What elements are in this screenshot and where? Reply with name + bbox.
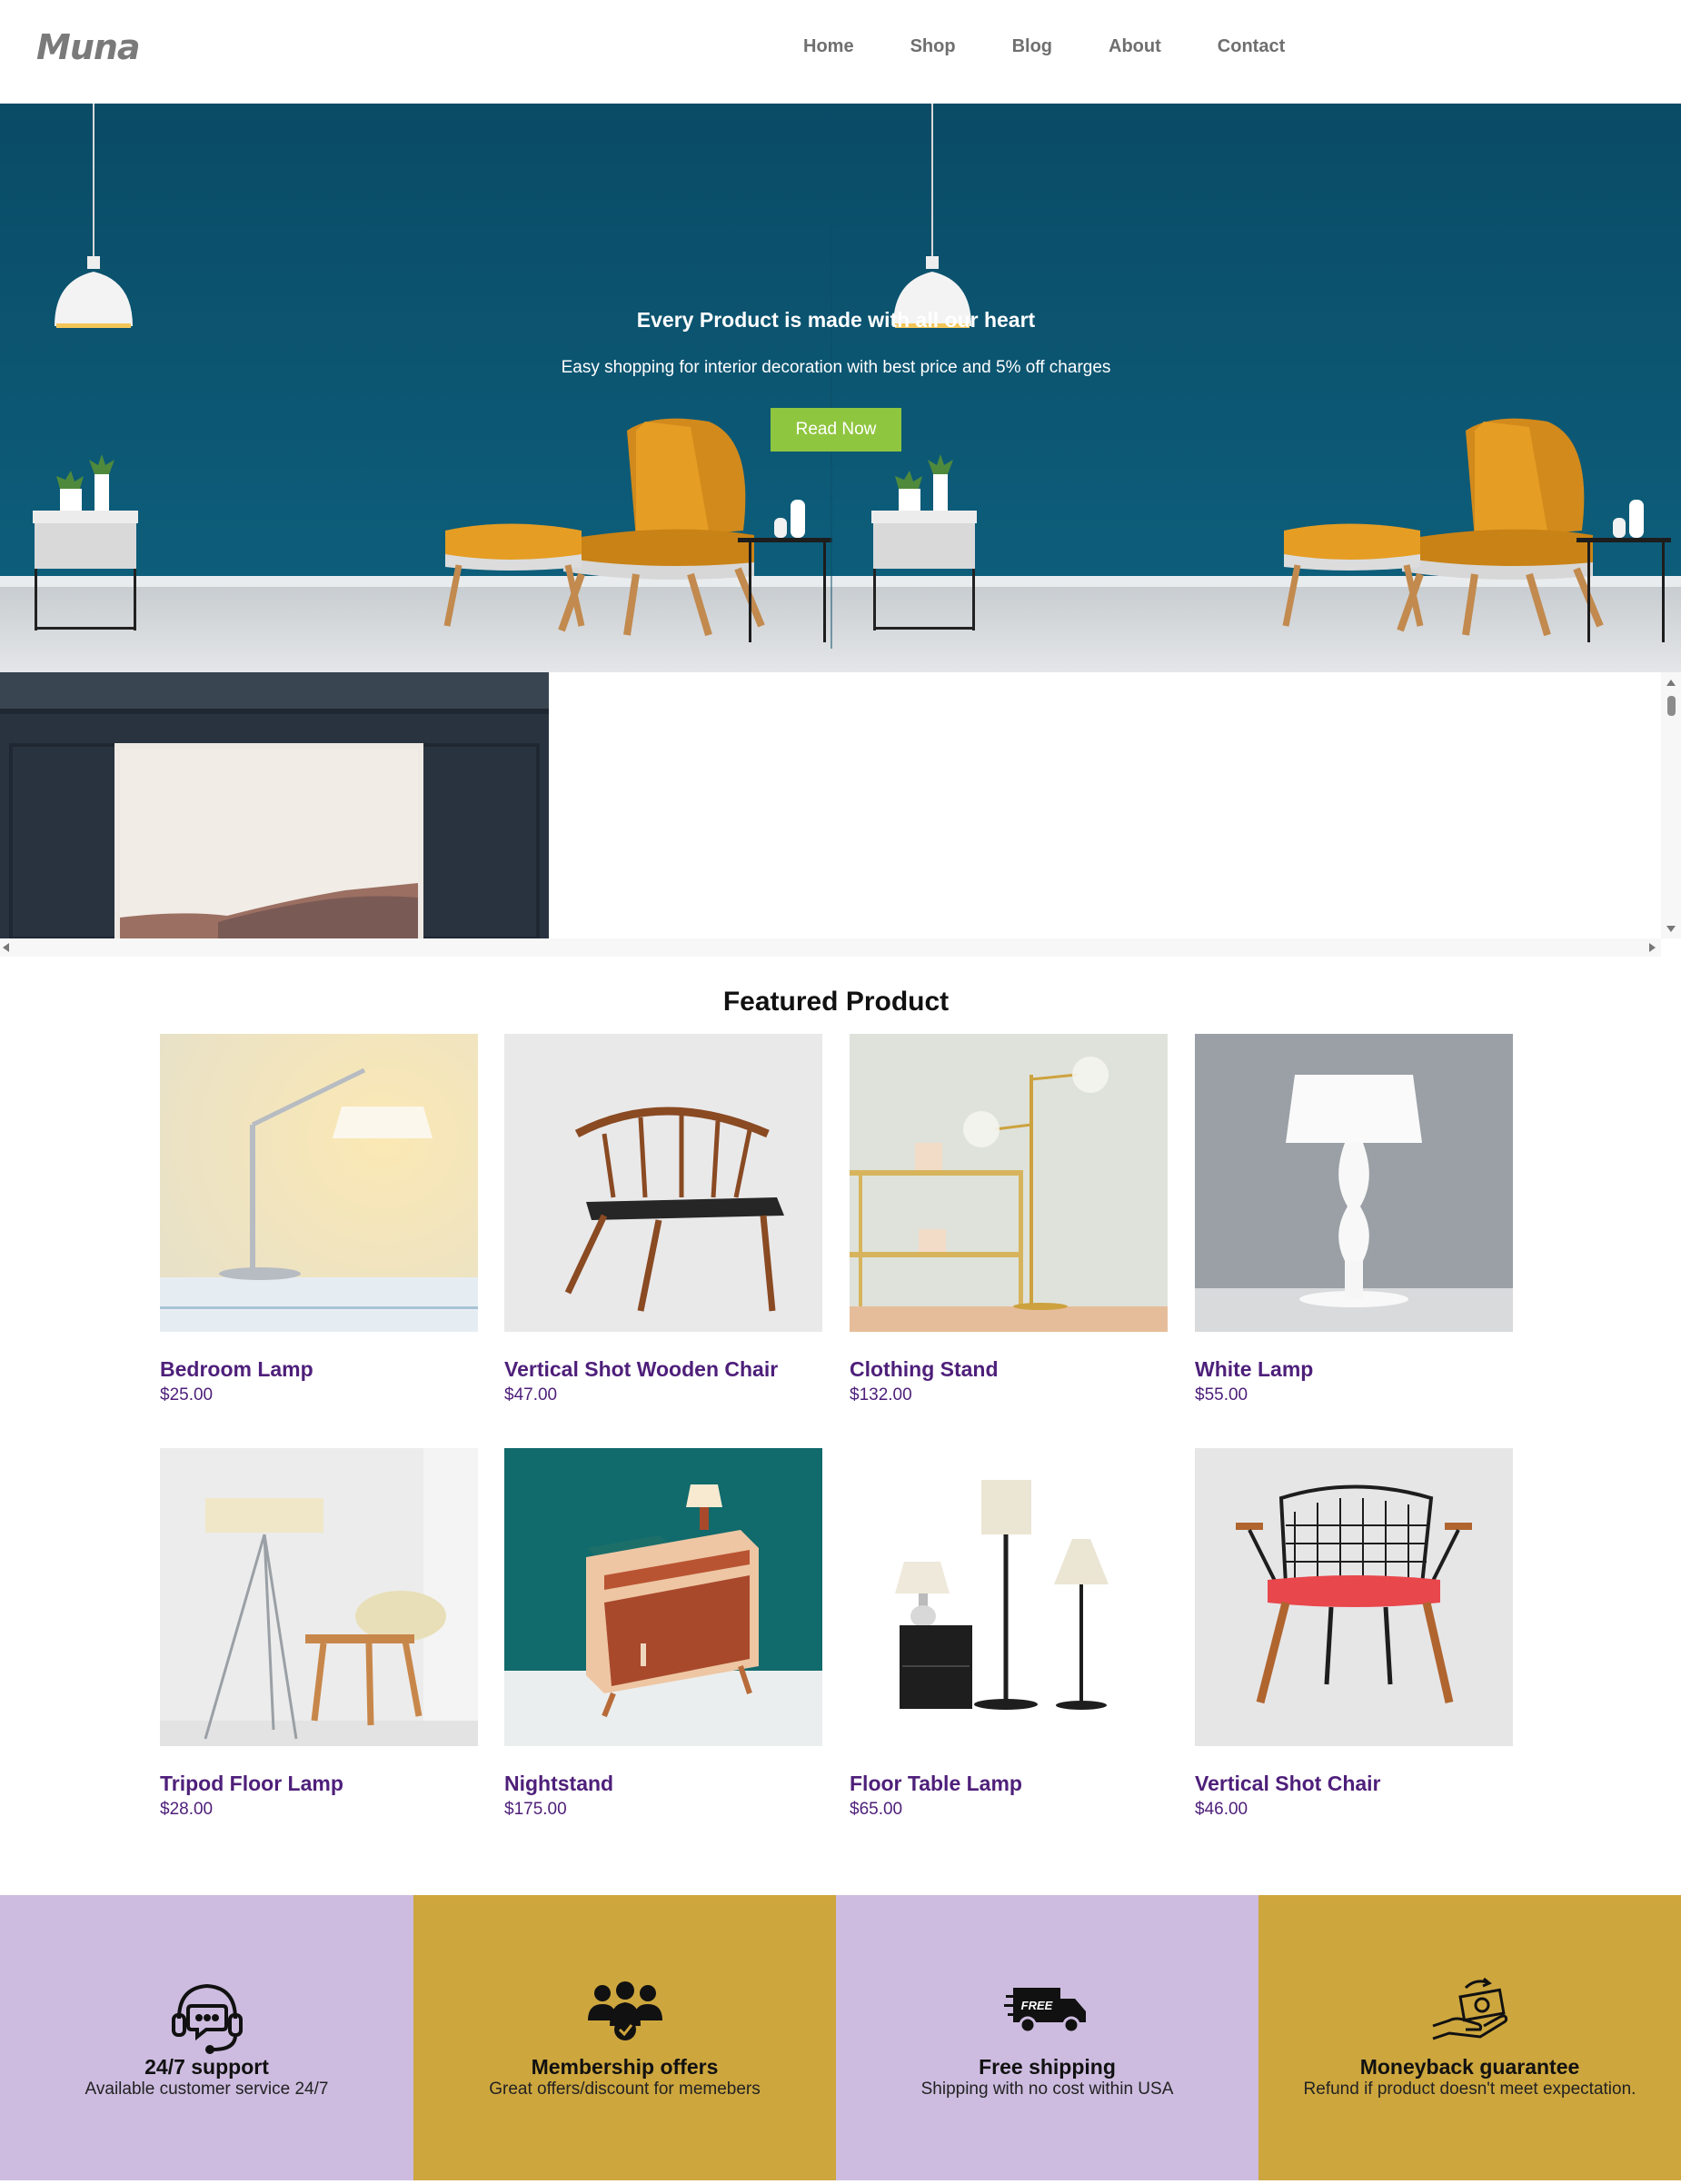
product-name[interactable]: Bedroom Lamp bbox=[160, 1357, 478, 1382]
product-price: $47.00 bbox=[504, 1385, 558, 1405]
service-title: Free shipping bbox=[979, 2055, 1116, 2079]
nav-shop[interactable]: Shop bbox=[910, 36, 956, 57]
service-membership: Membership offers Great offers/discount … bbox=[413, 1895, 836, 2180]
product-price: $132.00 bbox=[850, 1385, 912, 1405]
framed-picture-image bbox=[0, 672, 549, 938]
product-image[interactable] bbox=[160, 1448, 478, 1746]
product-card[interactable]: Vertical Shot Wooden Chair $47.00 bbox=[504, 1034, 822, 1405]
product-name[interactable]: Clothing Stand bbox=[850, 1357, 1168, 1382]
product-price: $28.00 bbox=[160, 1800, 214, 1819]
product-image[interactable] bbox=[504, 1448, 822, 1746]
product-price: $175.00 bbox=[504, 1800, 567, 1819]
money-hand-icon bbox=[1429, 1975, 1511, 2052]
product-name[interactable]: Nightstand bbox=[504, 1772, 822, 1796]
service-title: Moneyback guarantee bbox=[1359, 2055, 1580, 2079]
service-shipping: FREE Free shipping Shipping with no cost… bbox=[836, 1895, 1258, 2180]
headset-chat-icon bbox=[166, 1975, 248, 2061]
product-name[interactable]: Vertical Shot Wooden Chair bbox=[504, 1357, 822, 1382]
product-card[interactable]: Floor Table Lamp $65.00 bbox=[850, 1448, 1168, 1820]
product-card[interactable]: Bedroom Lamp $25.00 bbox=[160, 1034, 478, 1405]
product-card[interactable]: Vertical Shot Chair $46.00 bbox=[1195, 1448, 1513, 1820]
nav-contact[interactable]: Contact bbox=[1218, 36, 1285, 57]
product-image[interactable] bbox=[1195, 1034, 1513, 1332]
hero-banner: Every Product is made with all our heart… bbox=[0, 104, 1681, 672]
product-card[interactable]: Nightstand $175.00 bbox=[504, 1448, 822, 1820]
product-image[interactable] bbox=[504, 1034, 822, 1332]
horizontal-scrollbar[interactable] bbox=[0, 938, 1661, 957]
page: Muna Home Shop Blog About Contact Every … bbox=[0, 0, 1681, 2184]
product-price: $55.00 bbox=[1195, 1385, 1248, 1405]
product-image[interactable] bbox=[1195, 1448, 1513, 1746]
service-title: 24/7 support bbox=[144, 2055, 269, 2079]
product-card[interactable]: Clothing Stand $132.00 bbox=[850, 1034, 1168, 1405]
service-support: 24/7 support Available customer service … bbox=[0, 1895, 413, 2180]
service-moneyback: Moneyback guarantee Refund if product do… bbox=[1258, 1895, 1681, 2180]
vertical-scrollbar[interactable] bbox=[1661, 672, 1681, 938]
service-desc: Great offers/discount for memebers bbox=[489, 2080, 761, 2099]
hero-title: Every Product is made with all our heart bbox=[636, 308, 1036, 332]
free-truck-icon: FREE bbox=[1003, 1975, 1091, 2043]
product-card[interactable]: White Lamp $55.00 bbox=[1195, 1034, 1513, 1405]
product-price: $46.00 bbox=[1195, 1800, 1248, 1819]
product-image[interactable] bbox=[160, 1034, 478, 1332]
product-price: $65.00 bbox=[850, 1800, 903, 1819]
service-desc: Refund if product doesn't meet expectati… bbox=[1303, 2080, 1636, 2099]
product-image[interactable] bbox=[850, 1448, 1168, 1746]
product-card[interactable]: Tripod Floor Lamp $28.00 bbox=[160, 1448, 478, 1820]
hero-subtitle: Easy shopping for interior decoration wi… bbox=[561, 358, 1111, 377]
members-icon bbox=[584, 1975, 666, 2052]
product-image[interactable] bbox=[850, 1034, 1168, 1332]
product-price: $25.00 bbox=[160, 1385, 214, 1405]
main-nav: Home Shop Blog About Contact bbox=[803, 36, 1341, 57]
product-name[interactable]: Tripod Floor Lamp bbox=[160, 1772, 478, 1796]
site-header: Muna Home Shop Blog About Contact bbox=[0, 0, 1681, 104]
hero-text: Every Product is made with all our heart… bbox=[0, 308, 1672, 452]
nav-blog[interactable]: Blog bbox=[1012, 36, 1052, 57]
read-now-button[interactable]: Read Now bbox=[771, 408, 901, 452]
services-strip: 24/7 support Available customer service … bbox=[0, 1895, 1681, 2180]
site-logo[interactable]: Muna bbox=[36, 27, 141, 67]
nav-home[interactable]: Home bbox=[803, 36, 854, 57]
product-name[interactable]: Floor Table Lamp bbox=[850, 1772, 1168, 1796]
featured-title: Featured Product bbox=[722, 987, 950, 1017]
service-desc: Shipping with no cost within USA bbox=[920, 2080, 1174, 2099]
nav-about[interactable]: About bbox=[1109, 36, 1161, 57]
product-name[interactable]: White Lamp bbox=[1195, 1357, 1513, 1382]
service-desc: Available customer service 24/7 bbox=[85, 2080, 329, 2099]
svg-text:FREE: FREE bbox=[1020, 1999, 1052, 2012]
product-name[interactable]: Vertical Shot Chair bbox=[1195, 1772, 1513, 1796]
embedded-frame[interactable] bbox=[0, 672, 1681, 958]
service-title: Membership offers bbox=[531, 2055, 719, 2079]
